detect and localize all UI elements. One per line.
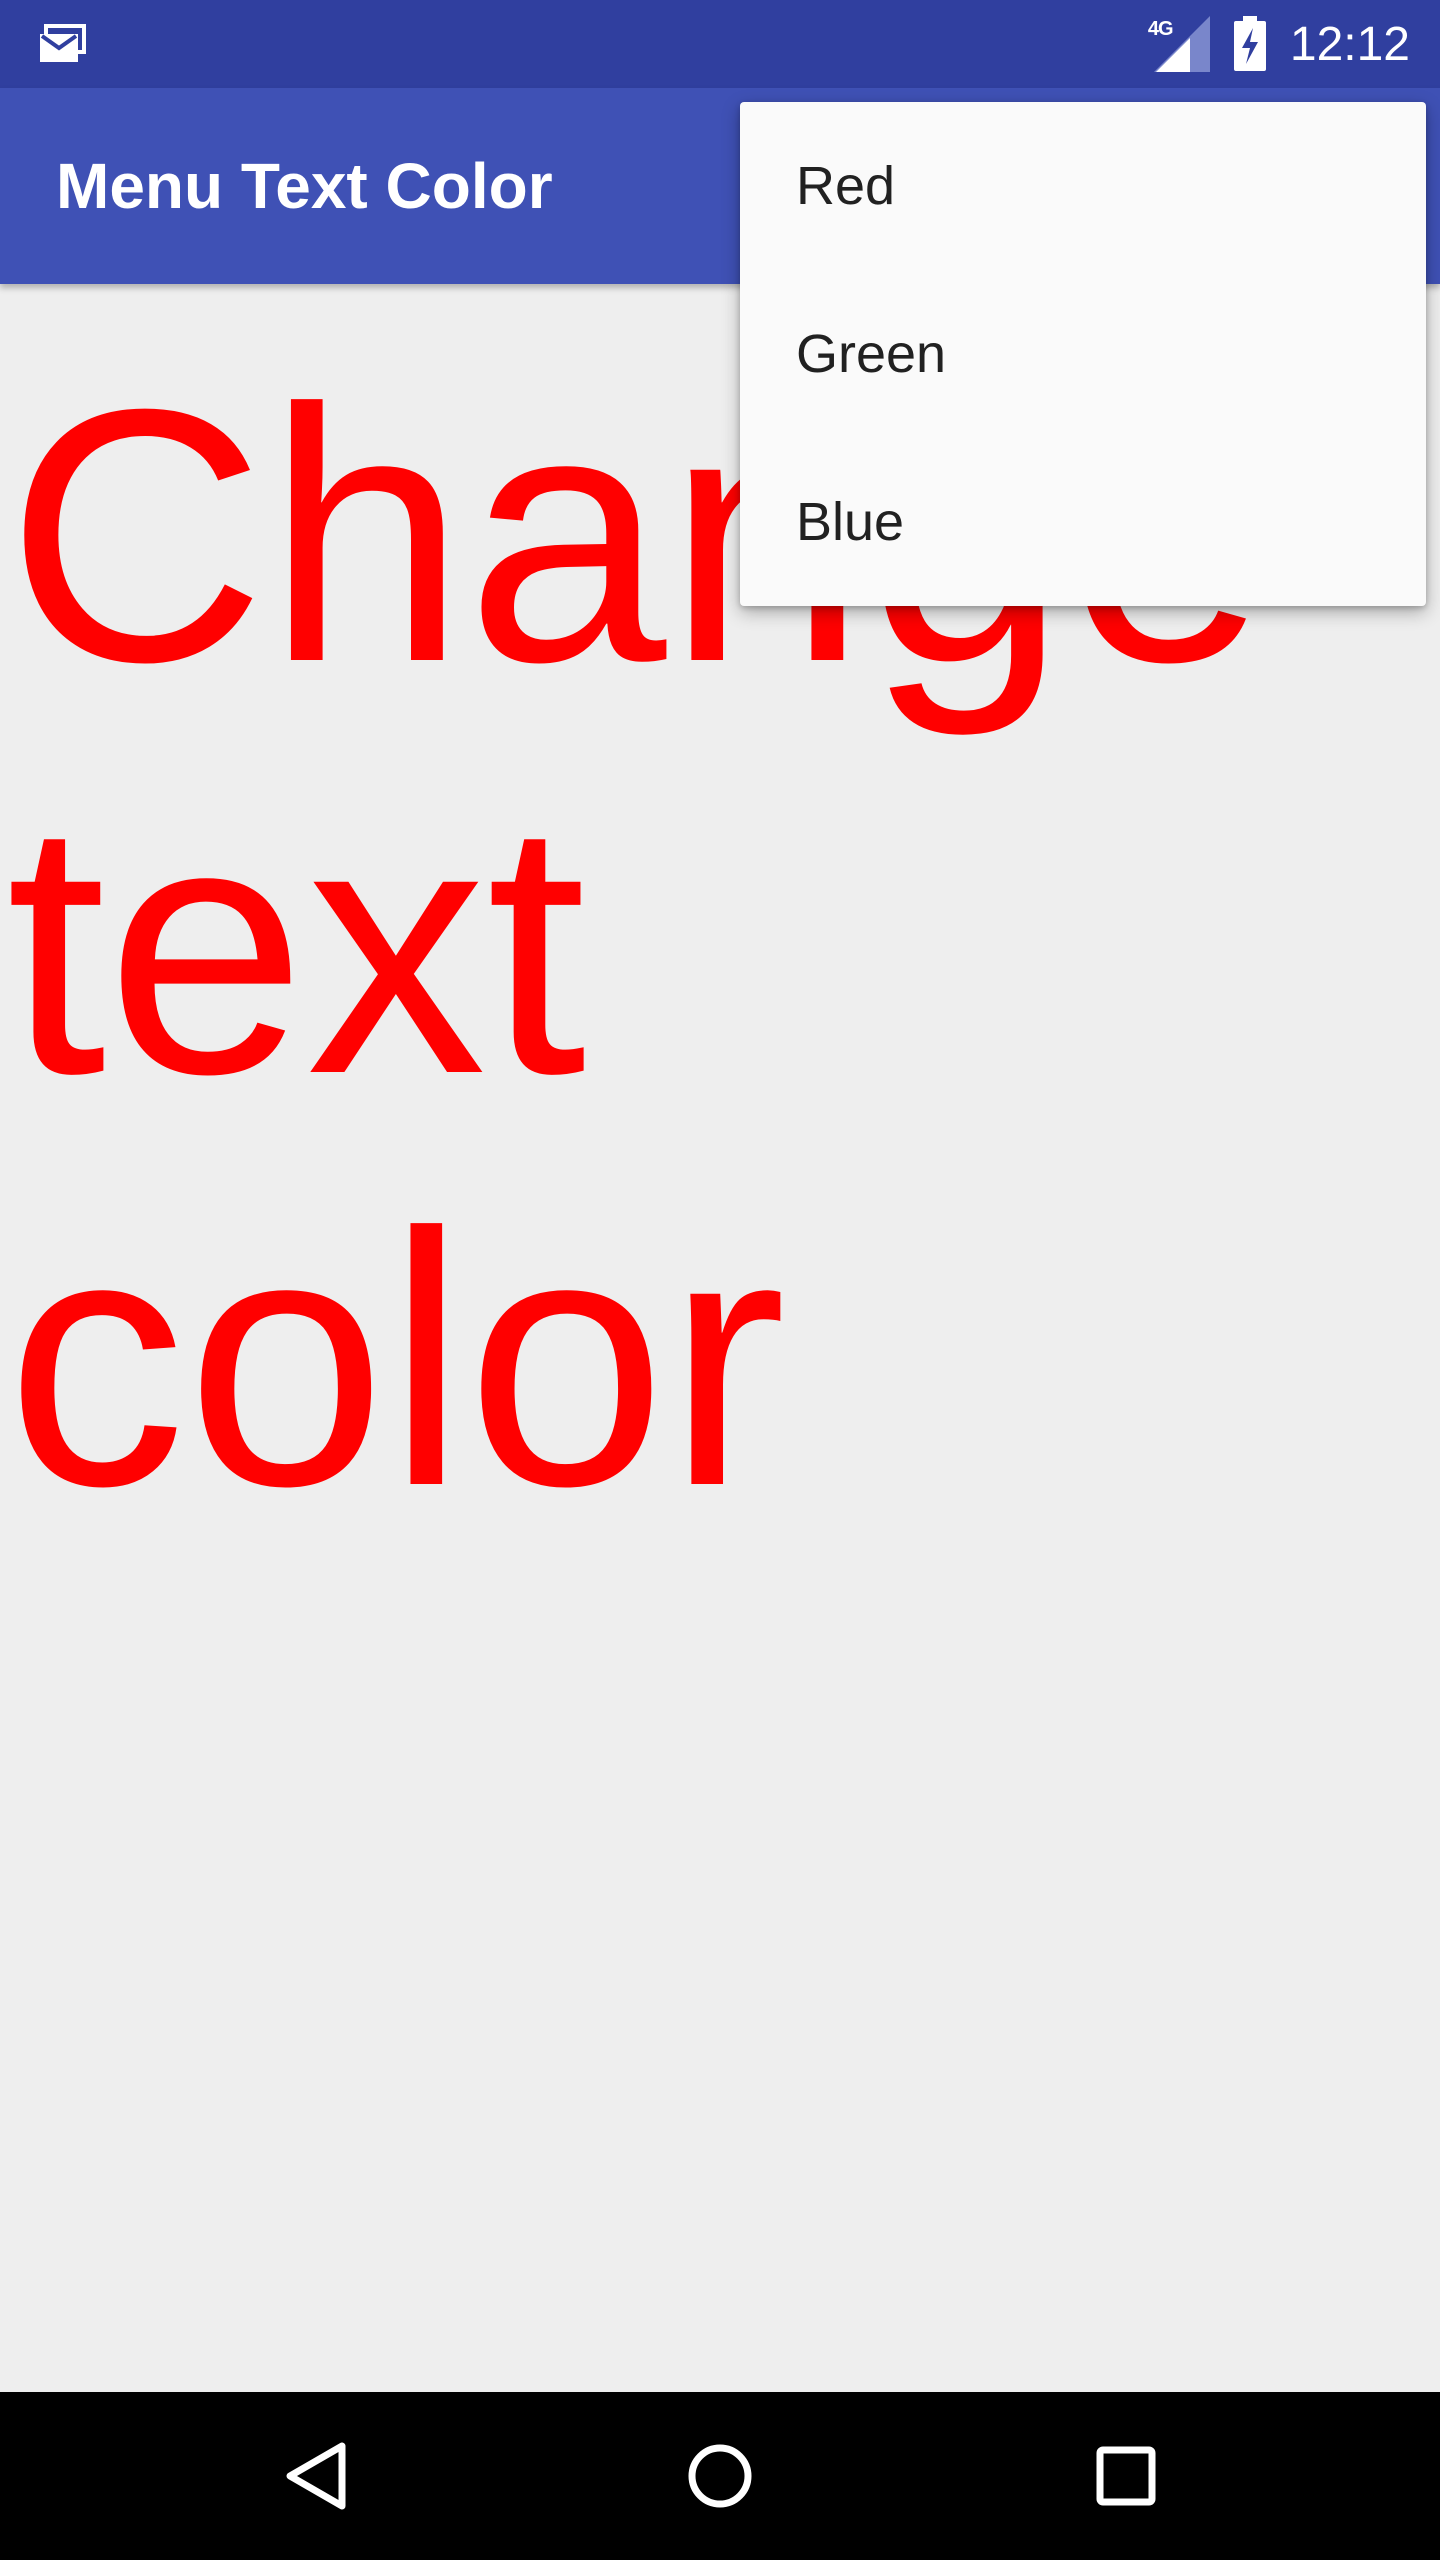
back-triangle-icon[interactable] (278, 2438, 354, 2514)
menu-item-blue[interactable]: Blue (740, 438, 1426, 606)
overflow-popup-menu: Red Green Blue (740, 102, 1426, 606)
status-time: 12:12 (1289, 17, 1410, 71)
recent-apps-square-icon[interactable] (1088, 2438, 1164, 2514)
app-title: Menu Text Color (56, 150, 553, 222)
network-type-label: 4G (1147, 18, 1174, 40)
battery-charging-icon (1233, 16, 1266, 71)
status-bar: 4G 12:12 (0, 0, 1440, 88)
menu-item-red[interactable]: Red (740, 102, 1426, 270)
status-icons: 4G 12:12 (1146, 0, 1410, 88)
navigation-bar (0, 2392, 1440, 2560)
signal-strength-icon: 4G (1146, 16, 1210, 72)
menu-item-green[interactable]: Green (740, 270, 1426, 438)
email-notification-icon (40, 24, 86, 62)
home-circle-icon[interactable] (682, 2438, 758, 2514)
